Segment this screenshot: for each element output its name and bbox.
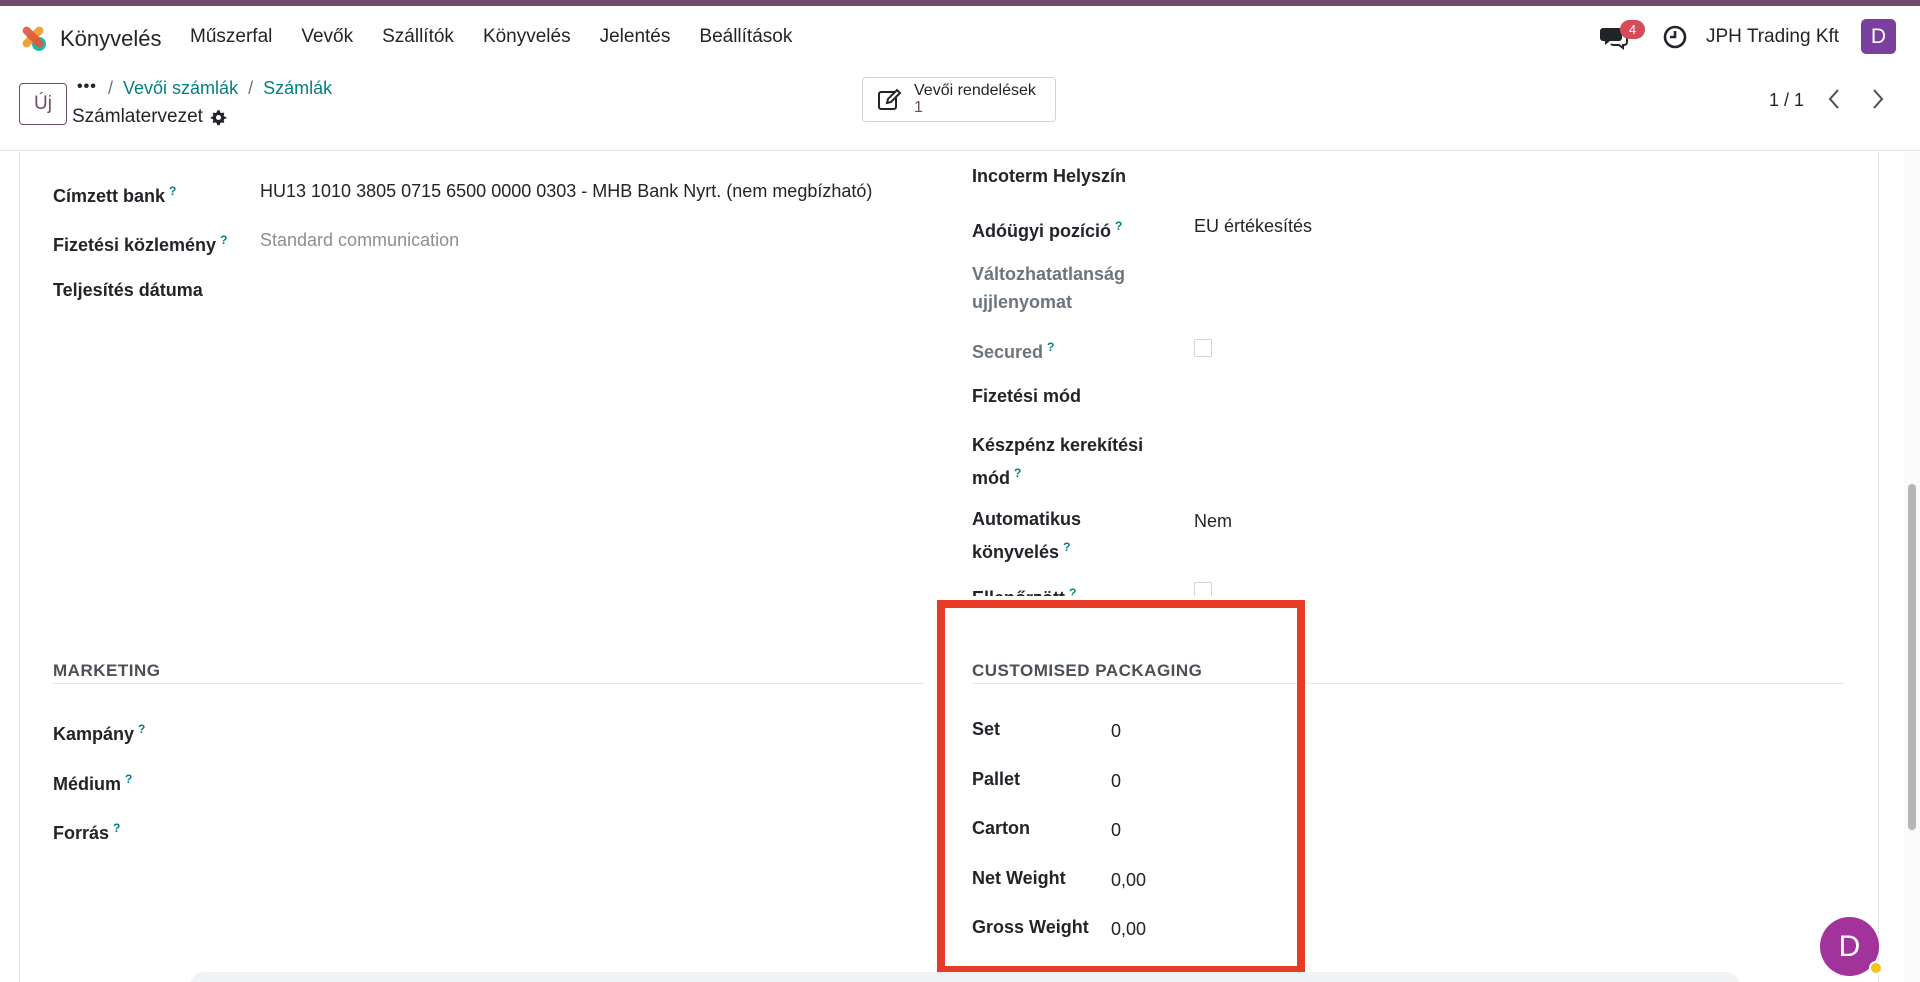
fiscal-position-field[interactable]: EU értékesítés <box>1194 212 1312 240</box>
source-label: Forrás? <box>53 821 121 843</box>
clock-icon[interactable] <box>1662 24 1688 50</box>
help-icon[interactable]: ? <box>138 722 145 736</box>
smart-button-label: Vevői rendelések <box>914 82 1036 99</box>
control-panel: Új ••• / Vevői számlák / Számlák Számlat… <box>0 66 1920 151</box>
fiscal-position-label: Adóügyi pozíció? <box>972 219 1123 241</box>
secured-label: Secured? <box>972 340 1055 362</box>
company-switcher[interactable]: JPH Trading Kft <box>1706 26 1839 48</box>
menu-item-dashboard[interactable]: Műszerfal <box>190 26 272 48</box>
help-icon[interactable]: ? <box>1063 540 1070 554</box>
sale-orders-smart-button[interactable]: Vevői rendelések 1 <box>862 77 1056 122</box>
section-divider <box>53 683 925 684</box>
help-icon[interactable]: ? <box>1014 466 1021 480</box>
cash-rounding-label: Készpénz kerekítési mód? <box>972 435 1144 488</box>
checked-row-clipped: Ellenőrzött? <box>972 579 1076 596</box>
user-avatar[interactable]: D <box>1861 19 1896 54</box>
breadcrumb-separator: / <box>108 78 114 98</box>
help-icon[interactable]: ? <box>1115 219 1122 233</box>
recipient-bank-label: Címzett bank? <box>53 184 177 206</box>
help-icon[interactable]: ? <box>1069 586 1076 596</box>
more-actions-button[interactable]: ••• <box>77 78 97 96</box>
auto-post-field[interactable]: Nem <box>1194 507 1232 535</box>
app-logo-icon[interactable] <box>18 22 48 52</box>
incoterm-location-label: Incoterm Helyszín <box>972 166 1127 186</box>
record-title: Számlatervezet <box>72 106 203 127</box>
payment-reference-label: Fizetési közlemény? <box>53 233 228 255</box>
app-name[interactable]: Könyvelés <box>60 26 162 52</box>
main-navbar: Könyvelés Műszerfal Vevők Szállítók Köny… <box>0 6 1920 66</box>
menu-item-accounting[interactable]: Könyvelés <box>483 26 571 48</box>
edit-icon <box>878 88 902 110</box>
marketing-section-title: MARKETING <box>53 661 161 680</box>
highlight-annotation-box <box>937 600 1305 974</box>
campaign-label: Kampány? <box>53 722 146 744</box>
menu-item-vendors[interactable]: Szállítók <box>382 26 454 48</box>
chat-count-badge: 4 <box>1620 20 1645 39</box>
smart-button-count: 1 <box>914 99 923 116</box>
chevron-left-icon[interactable] <box>1824 86 1844 112</box>
delivery-date-label: Teljesítés dátuma <box>53 280 203 300</box>
menu-item-reporting[interactable]: Jelentés <box>600 26 671 48</box>
auto-post-label: Automatikus könyvelés? <box>972 509 1082 562</box>
help-icon[interactable]: ? <box>169 184 176 198</box>
medium-label: Médium? <box>53 772 133 794</box>
help-icon[interactable]: ? <box>113 821 120 835</box>
chevron-right-icon[interactable] <box>1868 86 1888 112</box>
breadcrumb-link-invoices[interactable]: Számlák <box>263 78 332 99</box>
pager-value[interactable]: 1 / 1 <box>1769 90 1804 111</box>
immutability-label: Változhatatlanság ujjlenyomat <box>972 264 1126 312</box>
help-icon[interactable]: ? <box>1047 340 1054 354</box>
breadcrumb-link-customer-invoices[interactable]: Vevői számlák <box>123 78 238 99</box>
recipient-bank-field[interactable]: HU13 1010 3805 0715 6500 0000 0303 - MHB… <box>260 177 877 205</box>
gear-icon[interactable] <box>210 109 227 126</box>
scrollbar-thumb[interactable] <box>1908 484 1916 830</box>
payment-reference-input[interactable]: Standard communication <box>260 226 459 254</box>
menu-item-configuration[interactable]: Beállítások <box>699 26 792 48</box>
payment-method-label: Fizetési mód <box>972 386 1082 406</box>
help-icon[interactable]: ? <box>125 772 132 786</box>
breadcrumb-separator: / <box>248 78 254 98</box>
checked-label: Ellenőrzött? <box>972 579 1076 596</box>
checked-checkbox[interactable] <box>1194 582 1212 596</box>
menu-item-customers[interactable]: Vevők <box>301 26 353 48</box>
chatter-panel-edge <box>190 972 1740 982</box>
new-button[interactable]: Új <box>19 83 67 125</box>
secured-checkbox[interactable] <box>1194 339 1212 357</box>
status-dot-icon <box>1869 961 1883 975</box>
help-icon[interactable]: ? <box>220 233 227 247</box>
top-menu: Műszerfal Vevők Szállítók Könyvelés Jele… <box>190 26 821 48</box>
breadcrumb: / Vevői számlák / Számlák <box>108 78 342 99</box>
